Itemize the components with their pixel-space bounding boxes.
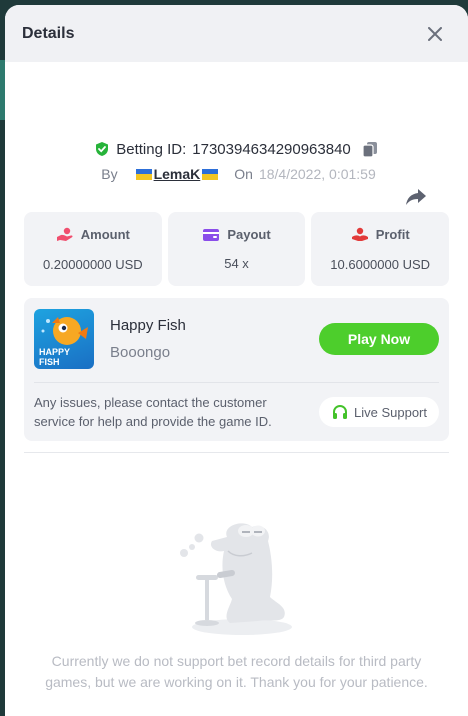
bettor-row: By LemaK On 18/4/2022, 0:01:59 (24, 166, 449, 182)
hand-coins-icon (56, 227, 73, 241)
play-now-button[interactable]: Play Now (319, 323, 439, 355)
thumb-text-happy: HAPPY (39, 347, 71, 357)
bet-date: 18/4/2022, 0:01:59 (258, 166, 376, 182)
empty-state-message: Currently we do not support bet record d… (45, 653, 428, 690)
stat-payout-value: 54 x (224, 256, 249, 271)
ukraine-flag-icon (135, 168, 152, 180)
stat-payout-label: Payout (227, 227, 271, 242)
close-icon (428, 26, 442, 41)
share-icon[interactable] (404, 184, 428, 208)
stats-row: Amount 0.20000000 USD Payout 54 x Profit… (24, 212, 450, 286)
section-divider (24, 452, 449, 453)
wallet-icon (203, 228, 220, 241)
details-modal: Details Betting ID: 1730394634290963840 … (5, 5, 468, 716)
headset-icon (333, 404, 347, 419)
ukraine-flag-icon (202, 168, 219, 180)
by-label: By (101, 166, 118, 182)
betting-id-row: Betting ID: 1730394634290963840 (24, 140, 449, 158)
game-info: Happy Fish Booongo (110, 317, 319, 361)
stat-payout: Payout 54 x (167, 212, 306, 286)
issue-text: Any issues, please contact the customer … (34, 395, 272, 429)
stat-profit: Profit 10.6000000 USD (311, 212, 450, 286)
stat-profit-label: Profit (375, 227, 410, 242)
stat-amount-label: Amount (80, 227, 130, 242)
stat-amount: Amount 0.20000000 USD (24, 212, 162, 286)
modal-header: Details (5, 5, 468, 62)
game-card: HAPPY FISH Happy Fish Booongo Play Now A… (24, 298, 449, 441)
user-link[interactable]: LemaK (135, 166, 219, 182)
game-thumbnail[interactable]: HAPPY FISH (34, 309, 94, 369)
stat-profit-value: 10.6000000 USD (330, 256, 431, 272)
betting-id-label: Betting ID: (116, 140, 187, 158)
thumb-text-fish: FISH (39, 357, 60, 367)
close-button[interactable] (424, 23, 446, 45)
crocodile-mascot-icon (179, 523, 292, 635)
modal-content: Betting ID: 1730394634290963840 By LemaK… (5, 140, 468, 693)
game-provider: Booongo (110, 344, 171, 361)
game-divider (34, 382, 439, 383)
modal-title: Details (22, 24, 75, 42)
copy-icon[interactable] (361, 140, 379, 158)
on-label: On (234, 166, 253, 182)
live-support-label: Live Support (354, 404, 427, 420)
live-support-button[interactable]: Live Support (319, 397, 439, 427)
empty-state-illustration (24, 517, 449, 637)
game-name: Happy Fish (110, 317, 186, 334)
betting-id-value: 1730394634290963840 (192, 140, 351, 158)
hand-coin-icon (351, 227, 368, 241)
user-name: LemaK (153, 166, 201, 182)
stat-amount-value: 0.20000000 USD (42, 256, 143, 272)
verified-shield-icon (96, 142, 109, 156)
